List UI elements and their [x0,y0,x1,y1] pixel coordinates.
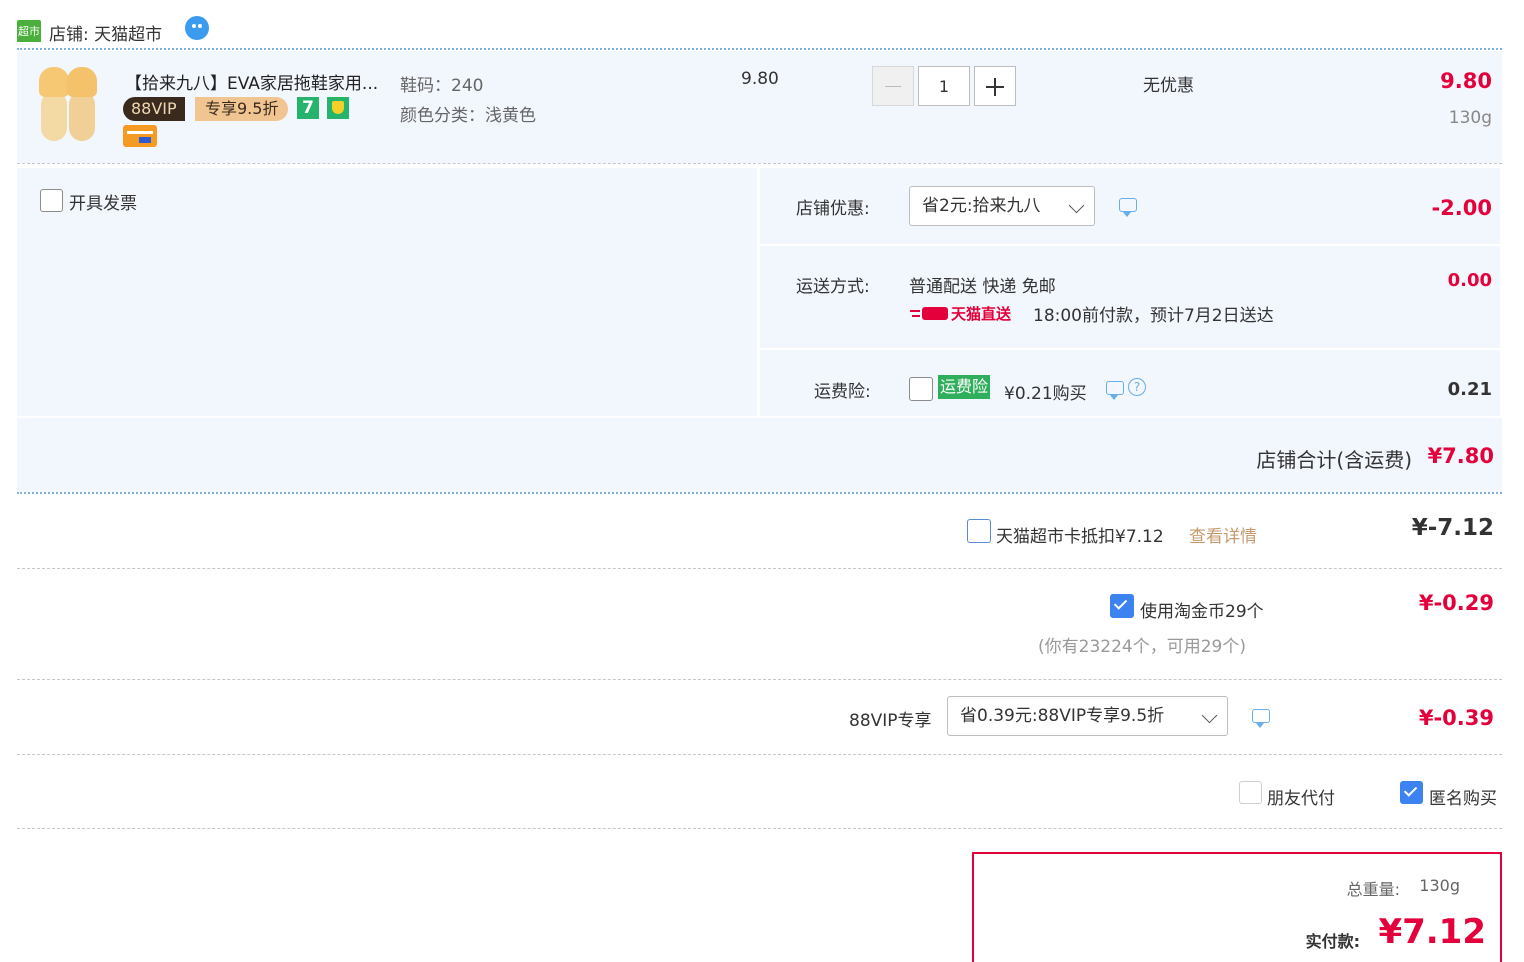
shop-coupon-label: 店铺优惠: [796,199,870,219]
tmall-direct-label: 天猫直送 [951,305,1012,323]
quantity-stepper [872,66,1016,108]
message-icon[interactable] [1106,381,1124,400]
decrease-button[interactable] [872,66,914,106]
product-image[interactable] [39,65,99,143]
item-subtotal: 9.80 [1440,69,1492,93]
message-icon[interactable] [1252,709,1270,728]
chevron-down-icon [1068,197,1085,214]
coins-checkbox[interactable] [1110,594,1134,618]
coins-note: (你有23224个，可用29个) [1038,637,1246,657]
friend-pay-checkbox[interactable] [1239,781,1262,804]
shop-coupon-row: 店铺优惠: 省2元:拾来九八 -2.00 [760,168,1500,244]
payment-summary: 总重量: 130g 实付款: ¥7.12 [972,852,1502,962]
item-row: 【拾来九八】EVA家居拖鞋家用... 88VIP 专享9.5折 7 鞋码：240… [17,51,1502,163]
anonymous-label[interactable]: 匿名购买 [1429,784,1497,809]
pay-label: 实付款: [1305,932,1360,951]
anonymous-checkbox[interactable] [1400,781,1423,804]
card-deduct-label[interactable]: 天猫超市卡抵扣¥7.12 [996,522,1164,547]
pay-amount: ¥7.12 [1378,912,1486,952]
quantity-input[interactable] [918,66,970,106]
insurance-amount: 0.21 [1447,379,1492,400]
shield-icon [327,97,349,119]
shop-total-label: 店铺合计(含运费) [1256,448,1412,472]
unit-price: 9.80 [741,69,779,89]
vip-selected: 省0.39元:88VIP专享9.5折 [960,706,1165,726]
shop-total-row: 店铺合计(含运费) ¥7.80 [17,418,1502,492]
card-detail-link[interactable]: 查看详情 [1189,522,1257,547]
invoice-panel: 开具发票 [17,168,757,416]
vip-tag: 88VIP [123,97,185,121]
invoice-checkbox[interactable] [40,189,63,212]
chat-icon[interactable] [185,16,209,40]
insurance-row: 运费险: 运费险 ¥0.21购买 ? 0.21 [760,350,1500,416]
chevron-down-icon [1201,707,1218,724]
message-icon[interactable] [1119,198,1137,217]
item-weight: 130g [1448,108,1492,128]
invoice-label[interactable]: 开具发票 [69,189,137,214]
tmall-delivery-icon [910,306,948,322]
total-weight-value: 130g [1419,876,1460,895]
insurance-checkbox[interactable] [909,377,933,401]
friend-pay-label[interactable]: 朋友代付 [1267,784,1335,809]
sku-size: 鞋码：240 [400,76,484,96]
insurance-tag: 运费险 [938,375,991,399]
help-icon[interactable]: ? [1128,378,1146,396]
shop-coupon-amount: -2.00 [1431,196,1492,220]
card-deduct-amount: ¥-7.12 [1411,515,1494,541]
vip-label: 88VIP专享 [849,711,932,731]
card-deduct-checkbox[interactable] [967,519,991,543]
item-discount: 无优惠 [1143,76,1194,96]
insurance-label: 运费险: [814,382,871,402]
vip-discount: 专享9.5折 [195,97,289,121]
supermarket-badge: 超市 [17,20,41,42]
shop-total-amount: ¥7.80 [1427,444,1494,468]
delivery-eta: 18:00前付款，预计7月2日送达 [1033,306,1274,326]
increase-button[interactable] [974,66,1016,106]
shop-coupon-select[interactable]: 省2元:拾来九八 [909,186,1095,226]
vip-amount: ¥-0.39 [1418,706,1494,730]
shop-name[interactable]: 店铺: 天猫超市 [49,20,162,45]
shipping-label: 运送方式: [796,277,870,297]
total-weight-label: 总重量: [1346,880,1400,899]
coins-label[interactable]: 使用淘金币29个 [1140,597,1264,622]
shipping-amount: 0.00 [1447,270,1492,291]
sku-color: 颜色分类：浅黄色 [400,106,536,126]
shipping-row: 运送方式: 普通配送 快递 免邮 天猫直送 18:00前付款，预计7月2日送达 … [760,246,1500,348]
shop-coupon-selected: 省2元:拾来九八 [922,196,1041,216]
shipping-method: 普通配送 快递 免邮 [909,277,1056,297]
insurance-price: ¥0.21购买 [1004,384,1087,404]
coins-amount: ¥-0.29 [1418,591,1494,615]
product-title[interactable]: 【拾来九八】EVA家居拖鞋家用... [125,69,378,94]
vip-select[interactable]: 省0.39元:88VIP专享9.5折 [947,696,1228,736]
card-icon [123,125,157,147]
seven-day-return-icon: 7 [297,97,319,119]
